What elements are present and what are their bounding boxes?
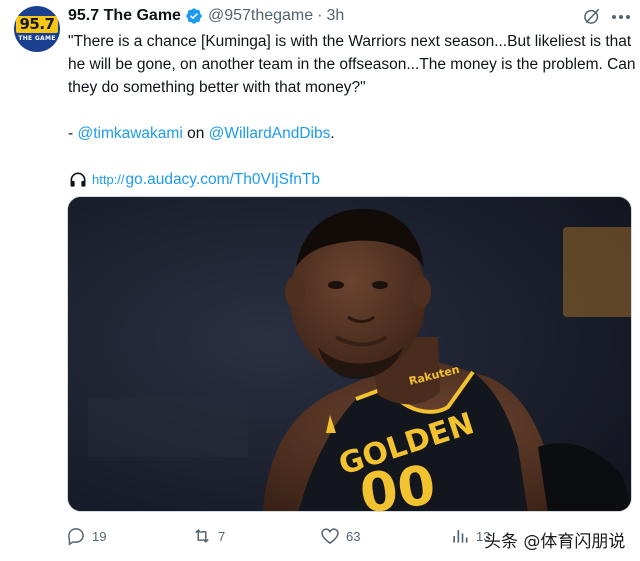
tweet-body: "There is a chance [Kuminga] is with the… xyxy=(68,30,636,191)
heart-icon xyxy=(321,528,339,545)
mention-timkawakami[interactable]: @timkawakami xyxy=(77,125,182,142)
tweet-photo[interactable]: Rakuten GOLDEN 00 xyxy=(67,196,632,512)
reply-icon xyxy=(68,528,84,546)
avatar-logo-number: 95.7 xyxy=(16,16,58,33)
player-photo: Rakuten GOLDEN 00 xyxy=(68,197,631,512)
headphones-icon xyxy=(70,172,86,187)
like-button[interactable]: 63 xyxy=(320,526,360,546)
header-separator: · xyxy=(317,7,323,24)
credit-period: . xyxy=(330,125,335,142)
link-prefix[interactable]: http:// xyxy=(92,168,125,191)
audacy-link[interactable]: go.audacy.com/Th0VIjSfnTb xyxy=(126,168,320,191)
views-chart-icon xyxy=(453,530,468,543)
tweet-header: 95.7 The Game @957thegame · 3h xyxy=(68,5,344,27)
source-watermark: 头条 @体育闪朋说 xyxy=(484,532,626,552)
reply-button[interactable]: 19 xyxy=(66,526,106,546)
tweet-credit: - @timkawakami on @WillardAndDibs. xyxy=(68,122,636,145)
jersey-number: 00 xyxy=(356,453,439,512)
grok-icon[interactable] xyxy=(582,6,602,26)
account-handle[interactable]: @957thegame xyxy=(208,7,313,25)
more-options-icon[interactable] xyxy=(612,14,634,20)
verified-badge-icon xyxy=(186,8,202,24)
reply-count: 19 xyxy=(92,528,107,544)
like-count: 63 xyxy=(346,528,361,544)
avatar-logo-text: THE GAME xyxy=(18,35,56,42)
display-name[interactable]: 95.7 The Game xyxy=(68,7,181,25)
retweet-icon xyxy=(195,529,209,543)
retweet-count: 7 xyxy=(218,528,226,544)
mention-willardanddibs[interactable]: @WillardAndDibs xyxy=(209,125,331,142)
tweet-quote: "There is a chance [Kuminga] is with the… xyxy=(68,33,636,96)
credit-on: on xyxy=(182,125,209,142)
avatar[interactable]: 95.7 THE GAME xyxy=(14,6,60,52)
audio-link-row[interactable]: http:// go.audacy.com/Th0VIjSfnTb xyxy=(68,168,636,191)
timestamp[interactable]: 3h xyxy=(326,7,344,25)
retweet-button[interactable]: 7 xyxy=(192,526,225,546)
